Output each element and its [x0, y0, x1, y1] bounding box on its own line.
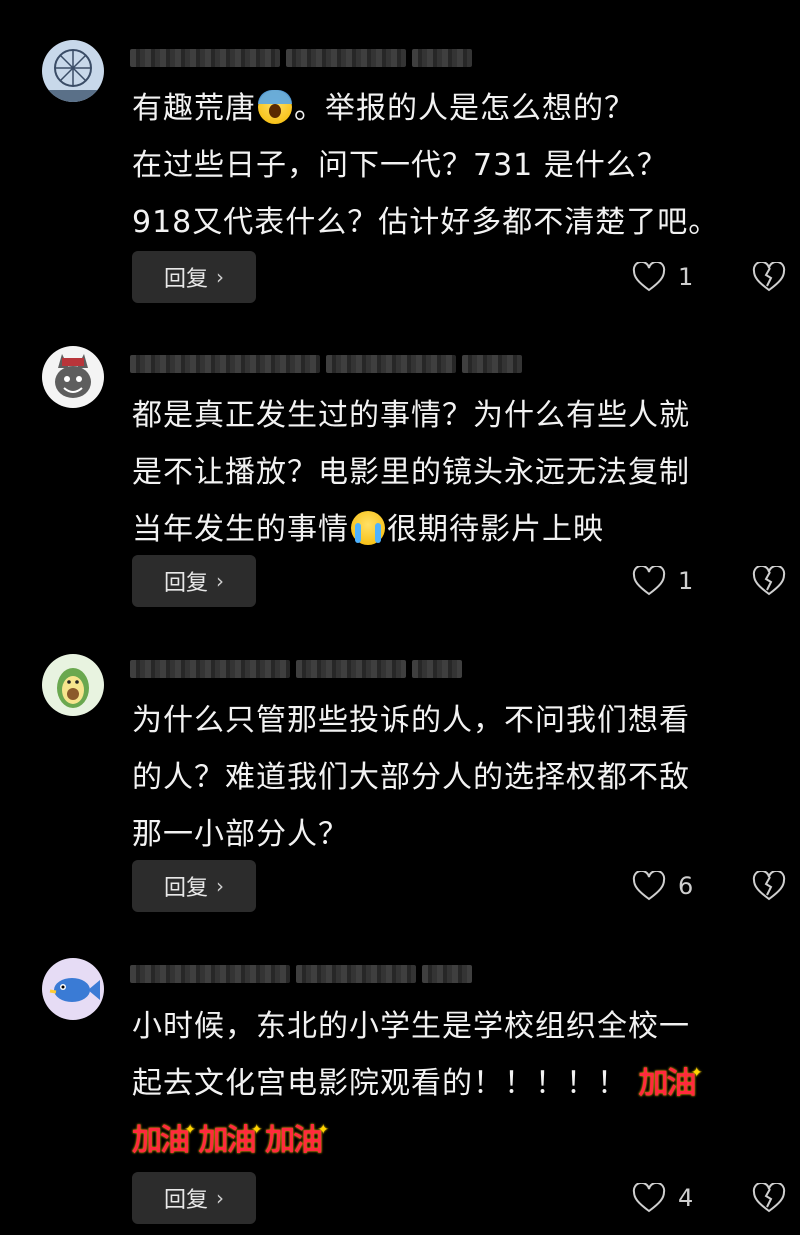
like-button[interactable]: 1 — [632, 251, 712, 303]
like-count: 1 — [678, 567, 694, 595]
broken-heart-icon — [752, 262, 786, 292]
reply-button[interactable]: 回复 › — [132, 555, 256, 607]
like-count: 6 — [678, 872, 694, 900]
crying-face-emoji-icon — [351, 511, 385, 545]
jiayou-sticker: 加油 — [199, 1102, 261, 1169]
heart-outline-icon — [632, 262, 666, 292]
chevron-right-icon: › — [216, 874, 224, 898]
like-button[interactable]: 1 — [632, 555, 712, 607]
broken-heart-icon — [752, 566, 786, 596]
like-button[interactable]: 4 — [632, 1172, 712, 1224]
broken-heart-icon — [752, 871, 786, 901]
reply-button[interactable]: 回复 › — [132, 860, 256, 912]
comment-text: 为什么只管那些投诉的人，不问我们想看 的人？难道我们大部分人的选择权都不敌 那一… — [132, 703, 690, 852]
dislike-button[interactable] — [752, 1172, 788, 1224]
ferris-wheel-avatar[interactable] — [42, 40, 104, 102]
jiayou-sticker: 加油 — [265, 1102, 327, 1169]
like-button[interactable]: 6 — [632, 860, 712, 912]
username-blurred — [130, 960, 490, 988]
chevron-right-icon: › — [216, 569, 224, 593]
like-count: 4 — [678, 1184, 694, 1212]
dislike-button[interactable] — [752, 555, 788, 607]
reply-button[interactable]: 回复 › — [132, 251, 256, 303]
dislike-button[interactable] — [752, 860, 788, 912]
gray-wolf-avatar[interactable] — [42, 346, 104, 408]
username-blurred — [130, 44, 490, 72]
broken-heart-icon — [752, 1183, 786, 1213]
avocado-avatar[interactable] — [42, 654, 104, 716]
comment-text: 都是真正发生过的事情？为什么有些人就 是不让播放？电影里的镜头永远无法复制 当年… — [132, 398, 690, 547]
username-blurred — [130, 350, 600, 378]
like-count: 1 — [678, 263, 694, 291]
chevron-right-icon: › — [216, 1186, 224, 1210]
comment-text: 小时候，东北的小学生是学校组织全校一 起去文化宫电影院观看的！！！！！ 加油 加… — [132, 998, 796, 1169]
heart-outline-icon — [632, 871, 666, 901]
heart-outline-icon — [632, 1183, 666, 1213]
dislike-button[interactable] — [752, 251, 788, 303]
chevron-right-icon: › — [216, 265, 224, 289]
jiayou-sticker: 加油 — [639, 1045, 701, 1112]
username-blurred — [130, 655, 490, 683]
jiayou-sticker: 加油 — [132, 1102, 194, 1169]
reply-button[interactable]: 回复 › — [132, 1172, 256, 1224]
comment-text: 有趣荒唐 。举报的人是怎么想的？ 在过些日子，问下一代？731 是什么？ 918又… — [132, 90, 720, 240]
fish-avatar[interactable] — [42, 958, 104, 1020]
heart-outline-icon — [632, 566, 666, 596]
screaming-face-emoji-icon — [258, 90, 292, 124]
